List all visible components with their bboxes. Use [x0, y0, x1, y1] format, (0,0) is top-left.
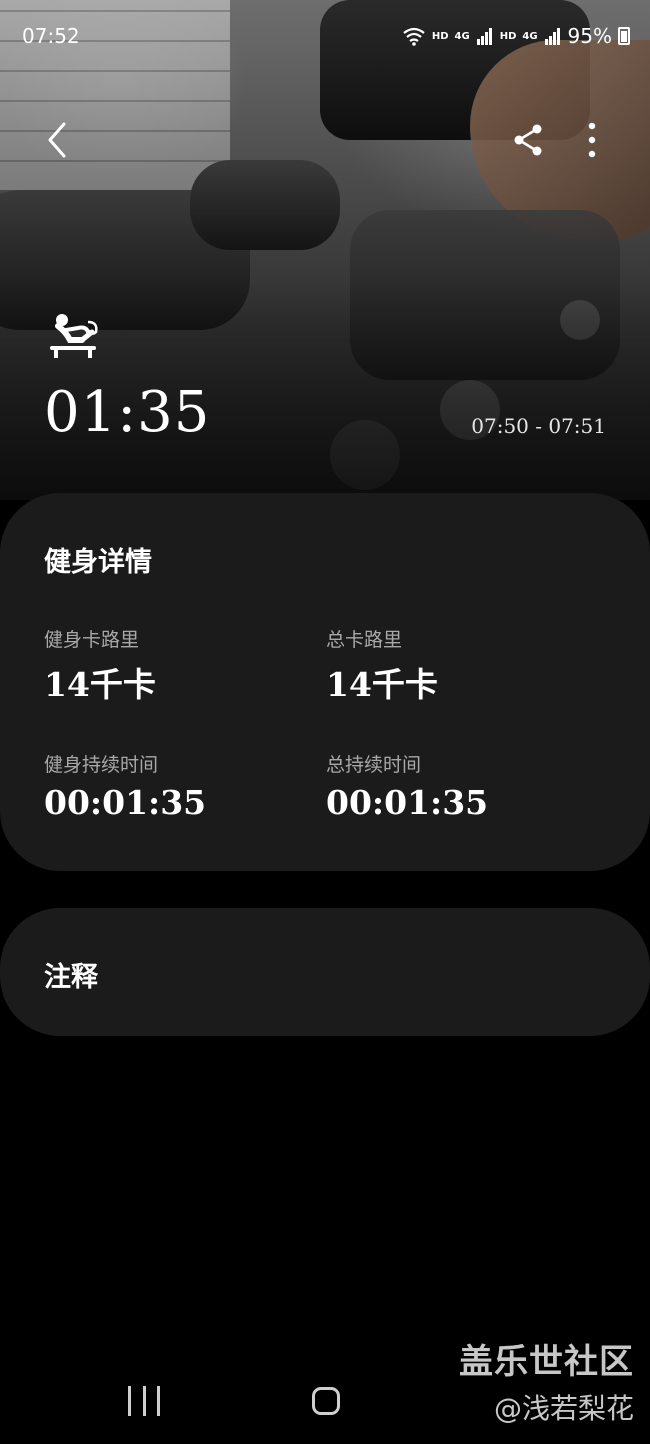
status-bar: 07:52 HD 4G HD 4G 95% [0, 0, 650, 72]
nav-recents-button[interactable] [128, 1386, 160, 1416]
workout-duration: 01:35 [44, 380, 211, 445]
stat-value: 14千卡 [44, 665, 156, 704]
stat-label: 总持续时间 [326, 754, 422, 776]
status-icons: HD 4G HD 4G 95% [402, 24, 630, 48]
notes-card-title: 注释 [44, 962, 98, 993]
signal-icon [544, 28, 560, 45]
stat-total-duration: 总持续时间 00:01:35 [326, 750, 488, 822]
wifi-icon [403, 27, 425, 46]
stat-label: 健身卡路里 [44, 629, 140, 651]
network-type-1: 4G [454, 30, 470, 42]
stat-label: 健身持续时间 [44, 754, 159, 776]
watermark-line-2: @浅若梨花 [493, 1392, 634, 1425]
signal-icon [476, 28, 492, 45]
battery-icon [618, 27, 630, 45]
stat-workout-calories: 健身卡路里 14千卡 [44, 625, 156, 706]
network-label-1: HD [431, 30, 449, 42]
more-options-button[interactable] [578, 120, 606, 160]
back-button[interactable] [38, 118, 78, 162]
network-label-2: HD [499, 30, 517, 42]
stat-value: 14千卡 [326, 665, 438, 704]
battery-percent: 95% [567, 24, 612, 48]
watermark-line-1: 盖乐世社区 [459, 1342, 634, 1382]
nav-home-button[interactable] [312, 1387, 340, 1415]
watermark: 盖乐世社区 @浅若梨花 [459, 1334, 634, 1427]
details-card-title: 健身详情 [44, 547, 152, 578]
stat-workout-duration: 健身持续时间 00:01:35 [44, 750, 206, 822]
share-button[interactable] [510, 122, 546, 158]
network-type-2: 4G [522, 30, 538, 42]
stat-total-calories: 总卡路里 14千卡 [326, 625, 438, 706]
stat-value: 00:01:35 [326, 783, 489, 822]
workout-time-range: 07:50 - 07:51 [471, 414, 606, 438]
stat-label: 总卡路里 [326, 629, 403, 651]
stat-value: 00:01:35 [44, 783, 207, 822]
status-time: 07:52 [22, 24, 80, 48]
situp-workout-icon [50, 314, 98, 358]
